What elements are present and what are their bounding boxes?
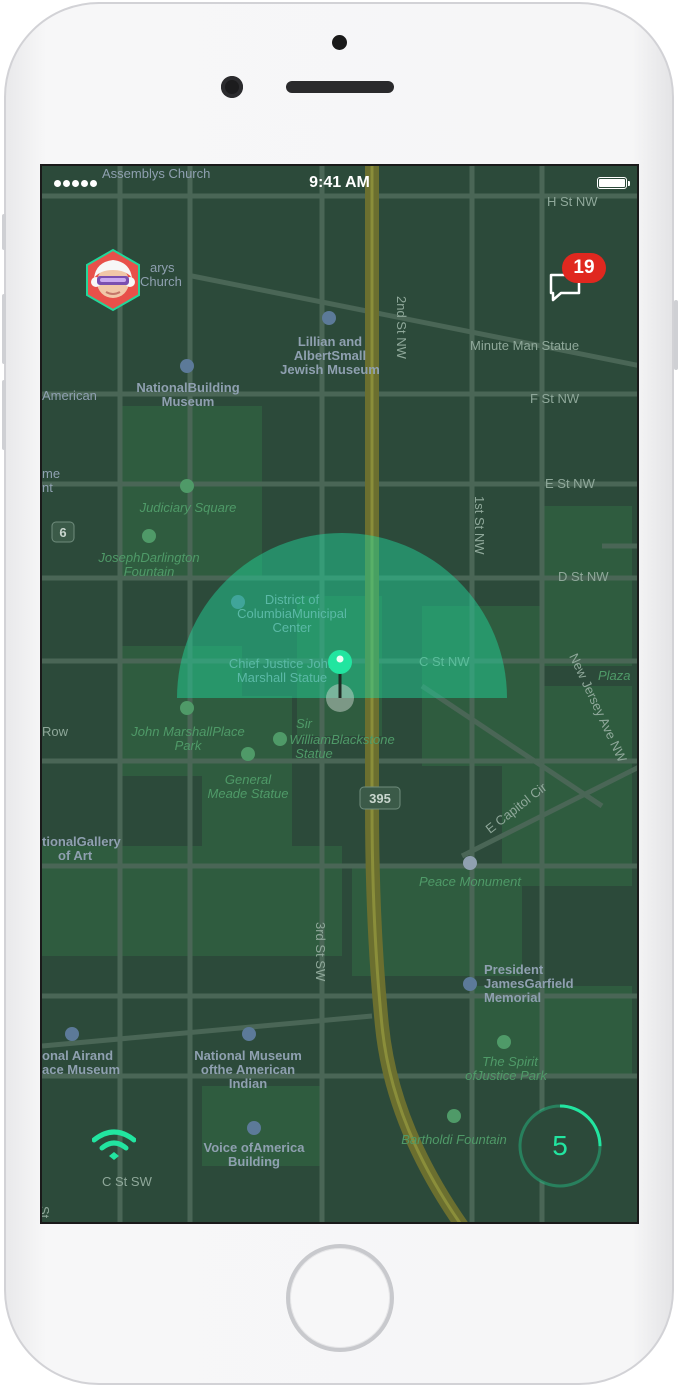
label-gallery-2: of Art bbox=[58, 848, 93, 863]
map-view[interactable]: 6 395 H St NW F St NW E St NW D St NW C … bbox=[42, 166, 639, 1224]
status-time: 9:41 AM bbox=[309, 174, 370, 191]
label-gallery-1: tionalGallery bbox=[42, 834, 122, 849]
label-building-museum-2: Museum bbox=[162, 394, 215, 409]
label-voa-1: Voice ofAmerica bbox=[204, 1140, 306, 1155]
label-plaza: Plaza bbox=[598, 668, 631, 683]
label-indian-2: ofthe American bbox=[201, 1062, 295, 1077]
label-voa-2: Building bbox=[228, 1154, 280, 1169]
label-marys-1: arys bbox=[150, 260, 175, 275]
label-d-st: D St NW bbox=[558, 569, 609, 584]
label-garfield-1: President bbox=[484, 962, 544, 977]
front-camera bbox=[221, 76, 243, 98]
label-2nd-st: 2nd St NW bbox=[394, 296, 409, 360]
svg-text:6: 6 bbox=[59, 525, 66, 540]
mute-switch bbox=[2, 214, 6, 250]
volume-down-button bbox=[2, 380, 6, 450]
label-spirit-2: ofJustice Park bbox=[465, 1068, 548, 1083]
wifi-icon[interactable] bbox=[92, 1128, 136, 1162]
proximity-sensor bbox=[332, 35, 347, 50]
label-h-st: H St NW bbox=[547, 194, 598, 209]
label-garfield-3: Memorial bbox=[484, 990, 541, 1005]
label-nt: nt bbox=[42, 480, 53, 495]
label-lillian-3: Jewish Museum bbox=[280, 362, 380, 377]
countdown-timer-value: 5 bbox=[552, 1130, 568, 1161]
label-spirit-1: The Spirit bbox=[482, 1054, 539, 1069]
volume-up-button bbox=[2, 294, 6, 364]
label-row: Row bbox=[42, 724, 69, 739]
label-3rd-st: 3rd St SW bbox=[313, 922, 328, 982]
power-button bbox=[674, 300, 678, 370]
label-peace: Peace Monument bbox=[419, 874, 522, 889]
svg-text:395: 395 bbox=[369, 791, 391, 806]
earpiece-speaker bbox=[286, 81, 394, 93]
label-judiciary: Judiciary Square bbox=[139, 500, 237, 515]
label-st-sw: St SW bbox=[42, 1206, 52, 1224]
label-garfield-2: JamesGarfield bbox=[484, 976, 574, 991]
label-marys-2: Church bbox=[140, 274, 182, 289]
label-meade-2: Meade Statue bbox=[208, 786, 289, 801]
label-meade-1: General bbox=[225, 772, 272, 787]
label-american: American bbox=[42, 388, 97, 403]
label-me: me bbox=[42, 466, 60, 481]
label-minuteman: Minute Man Statue bbox=[470, 338, 579, 353]
label-blackstone-1: Sir bbox=[296, 716, 313, 731]
label-marshall-park-1: John MarshallPlace bbox=[130, 724, 244, 739]
battery-icon bbox=[597, 177, 630, 189]
label-indian-1: National Museum bbox=[194, 1048, 302, 1063]
label-marshall-park-2: Park bbox=[175, 738, 203, 753]
label-1st-st: 1st St NW bbox=[472, 496, 487, 555]
home-button[interactable] bbox=[286, 1244, 394, 1352]
route-6-shield: 6 bbox=[51, 521, 75, 543]
label-c-st-sw: C St SW bbox=[102, 1174, 153, 1189]
notification-badge[interactable]: 19 bbox=[562, 253, 606, 283]
label-darlington-2: Fountain bbox=[124, 564, 175, 579]
label-bartholdi: Bartholdi Fountain bbox=[401, 1132, 507, 1147]
label-airspace-1: onal Airand bbox=[42, 1048, 113, 1063]
route-395-shield: 395 bbox=[359, 786, 401, 810]
label-blackstone-3: Statue bbox=[295, 746, 333, 761]
label-blackstone-2: WilliamBlackstone bbox=[289, 732, 394, 747]
label-lillian-2: AlbertSmall bbox=[294, 348, 366, 363]
user-avatar-vr-goggles[interactable] bbox=[84, 248, 142, 312]
label-f-st: F St NW bbox=[530, 391, 580, 406]
label-e-st: E St NW bbox=[545, 476, 596, 491]
label-building-museum-1: NationalBuilding bbox=[136, 380, 239, 395]
label-indian-3: Indian bbox=[229, 1076, 267, 1091]
label-darlington-1: JosephDarlington bbox=[97, 550, 199, 565]
app-screen: 6 395 H St NW F St NW E St NW D St NW C … bbox=[40, 164, 639, 1224]
label-lillian-1: Lillian and bbox=[298, 334, 362, 349]
label-airspace-2: ace Museum bbox=[42, 1062, 120, 1077]
